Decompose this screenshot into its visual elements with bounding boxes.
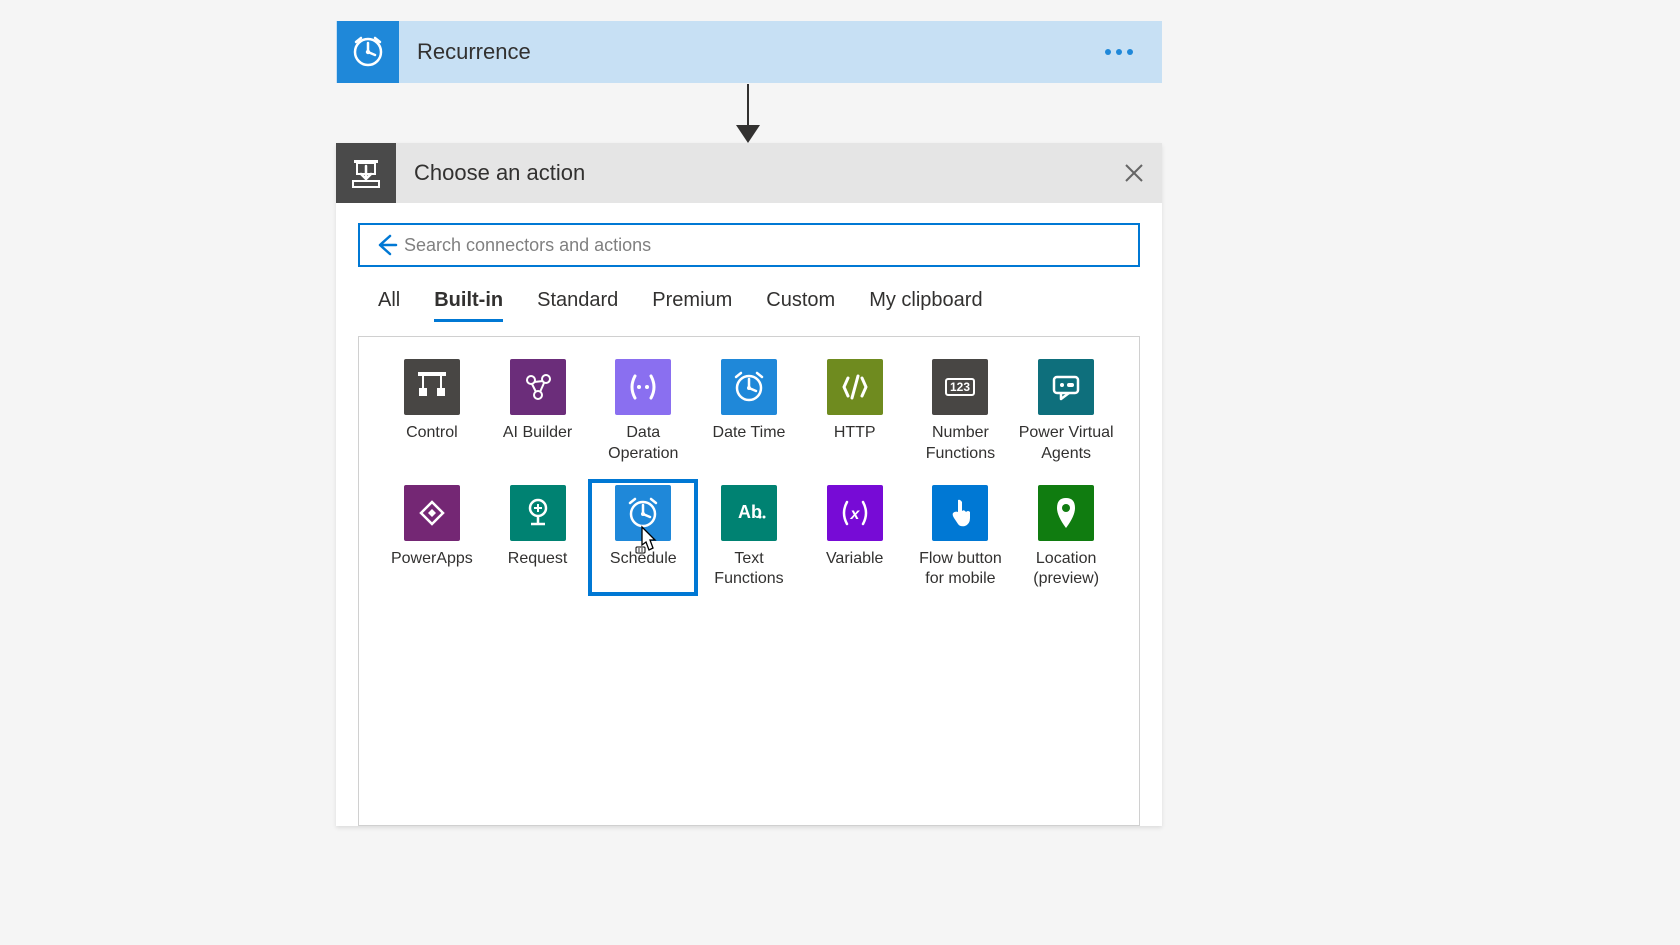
svg-text:123: 123 <box>950 380 970 394</box>
connector-label: Data Operation <box>593 423 693 465</box>
connector-powerapps[interactable]: PowerApps <box>379 481 485 595</box>
aibuilder-icon <box>510 359 566 415</box>
tab-my-clipboard[interactable]: My clipboard <box>869 289 982 322</box>
connector-label: Location (preview) <box>1016 549 1116 591</box>
location-icon <box>1038 485 1094 541</box>
flow-arrow-head <box>736 125 760 143</box>
request-icon <box>510 485 566 541</box>
category-tabs: All Built-in Standard Premium Custom My clipb… <box>336 279 1162 322</box>
connector-label: Control <box>406 423 458 444</box>
recurrence-icon <box>337 21 399 83</box>
tab-custom[interactable]: Custom <box>766 289 835 322</box>
connector-date-time[interactable]: Date Time <box>696 355 802 469</box>
close-button[interactable] <box>1112 151 1156 195</box>
pva-icon <box>1038 359 1094 415</box>
control-icon <box>404 359 460 415</box>
connector-flow-button-for-mobile[interactable]: Flow button for mobile <box>908 481 1014 595</box>
panel-icon <box>336 143 396 203</box>
connector-label: HTTP <box>834 423 876 444</box>
clock-icon <box>721 359 777 415</box>
tab-built-in[interactable]: Built-in <box>434 289 503 322</box>
panel-title: Choose an action <box>414 160 1112 186</box>
dataop-icon <box>615 359 671 415</box>
http-icon <box>827 359 883 415</box>
connector-grid: Control AI Builder Data Operation Date Time… <box>379 355 1119 594</box>
panel-header: Choose an action <box>336 143 1162 203</box>
connector-label: Power Virtual Agents <box>1016 423 1116 465</box>
connector-label: Flow button for mobile <box>910 549 1010 591</box>
tab-premium[interactable]: Premium <box>652 289 732 322</box>
connector-request[interactable]: Request <box>485 481 591 595</box>
search-input[interactable] <box>404 235 1130 256</box>
connector-label: Number Functions <box>910 423 1010 465</box>
connector-location-preview-[interactable]: Location (preview) <box>1013 481 1119 595</box>
tab-standard[interactable]: Standard <box>537 289 618 322</box>
connector-http[interactable]: HTTP <box>802 355 908 469</box>
connector-text-functions[interactable]: Ab Text Functions <box>696 481 802 595</box>
more-button[interactable] <box>1105 49 1133 55</box>
trigger-card[interactable]: Recurrence <box>336 21 1162 83</box>
tab-all[interactable]: All <box>378 289 400 322</box>
touch-icon <box>932 485 988 541</box>
connector-variable[interactable]: x Variable <box>802 481 908 595</box>
connector-power-virtual-agents[interactable]: Power Virtual Agents <box>1013 355 1119 469</box>
clock-icon <box>615 485 671 541</box>
connector-control[interactable]: Control <box>379 355 485 469</box>
connector-label: Text Functions <box>699 549 799 591</box>
powerapps-icon <box>404 485 460 541</box>
connector-data-operation[interactable]: Data Operation <box>590 355 696 469</box>
variable-icon: x <box>827 485 883 541</box>
connector-label: Schedule <box>610 549 677 570</box>
connector-ai-builder[interactable]: AI Builder <box>485 355 591 469</box>
search-box <box>358 223 1140 267</box>
num123-icon: 123 <box>932 359 988 415</box>
connector-schedule[interactable]: Schedule <box>590 481 696 595</box>
connector-number-functions[interactable]: 123 Number Functions <box>908 355 1014 469</box>
connector-label: Request <box>508 549 568 570</box>
svg-text:Ab: Ab <box>738 502 762 522</box>
trigger-title: Recurrence <box>417 39 1105 65</box>
choose-action-panel: Choose an action All Built-in Standard Prem… <box>336 143 1162 826</box>
connector-label: Date Time <box>713 423 786 444</box>
svg-text:x: x <box>849 506 860 523</box>
txtab-icon: Ab <box>721 485 777 541</box>
connector-grid-wrap: Control AI Builder Data Operation Date Time… <box>358 336 1140 826</box>
connector-label: Variable <box>826 549 884 570</box>
connector-label: PowerApps <box>391 549 473 570</box>
back-button[interactable] <box>372 232 398 258</box>
connector-label: AI Builder <box>503 423 572 444</box>
